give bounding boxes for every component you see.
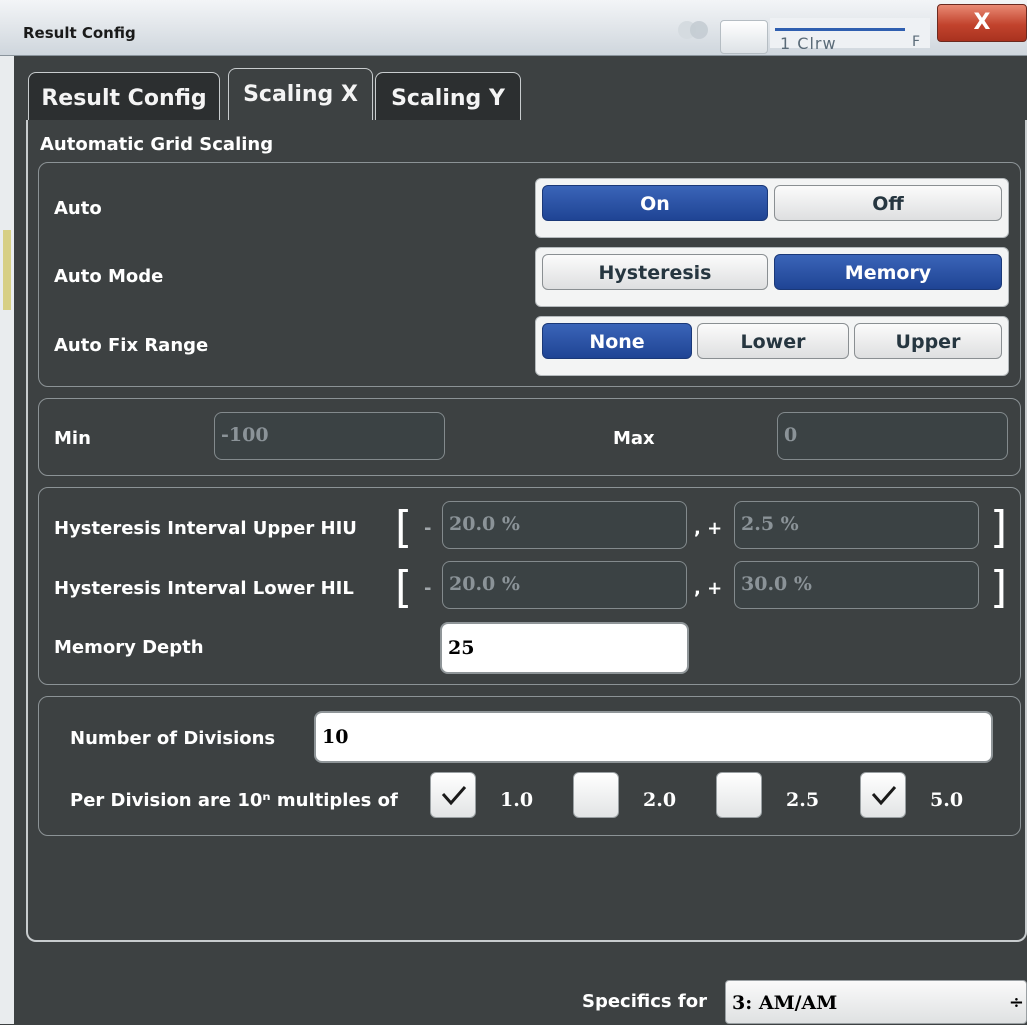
select-arrows-icon: ÷ xyxy=(1008,992,1024,1013)
hil-label: Hysteresis Interval Lower HIL xyxy=(54,578,354,599)
hil-minus-input[interactable]: 20.0 % xyxy=(442,561,687,609)
auto-off-button[interactable]: Off xyxy=(774,185,1002,221)
min-input[interactable]: -100 xyxy=(214,412,445,460)
specifics-value: 3: AM/AM xyxy=(732,992,838,1014)
left-edge-strip xyxy=(0,56,14,1024)
auto-on-button[interactable]: On xyxy=(542,185,768,221)
close-button[interactable]: X xyxy=(937,4,1027,42)
hiu-label: Hysteresis Interval Upper HIU xyxy=(54,518,357,539)
hil-plus-sign: , + xyxy=(694,578,723,599)
per-division-label: Per Division are 10ⁿ multiples of xyxy=(70,790,398,811)
display-knob[interactable] xyxy=(720,20,768,54)
specifics-select[interactable]: 3: AM/AM ÷ xyxy=(725,980,1027,1024)
hil-plus-input[interactable]: 30.0 % xyxy=(734,561,979,609)
hiu-minus-sign: - xyxy=(424,518,432,539)
multiple-5-0-label: 5.0 xyxy=(930,789,964,811)
hiu-close-bracket: ] xyxy=(990,502,1008,553)
min-label: Min xyxy=(54,428,91,449)
hil-open-bracket: [ xyxy=(395,562,413,613)
hiu-open-bracket: [ xyxy=(395,502,413,553)
hiu-minus-input[interactable]: 20.0 % xyxy=(442,501,687,549)
auto-label: Auto xyxy=(54,198,102,219)
tab-scaling-y[interactable]: Scaling Y xyxy=(375,72,521,120)
window-title: Result Config xyxy=(23,24,136,42)
multiple-2-5-checkbox[interactable] xyxy=(716,772,762,818)
multiple-2-0-checkbox[interactable] xyxy=(573,772,619,818)
section-title: Automatic Grid Scaling xyxy=(40,134,274,155)
memory-depth-input[interactable]: 25 xyxy=(440,622,689,674)
max-label: Max xyxy=(613,428,655,449)
auto-mode-label: Auto Mode xyxy=(54,266,164,287)
auto-mode-hysteresis-button[interactable]: Hysteresis xyxy=(542,254,768,290)
hiu-plus-sign: , + xyxy=(694,518,723,539)
auto-fix-lower-button[interactable]: Lower xyxy=(697,323,849,359)
memory-depth-label: Memory Depth xyxy=(54,637,204,658)
auto-toggle: On Off xyxy=(535,178,1009,238)
auto-fix-range-label: Auto Fix Range xyxy=(54,335,209,356)
divisions-input[interactable]: 10 xyxy=(314,711,993,763)
auto-fix-range-toggle: None Lower Upper xyxy=(535,316,1009,376)
divisions-label: Number of Divisions xyxy=(70,728,276,749)
hiu-plus-input[interactable]: 2.5 % xyxy=(734,501,979,549)
left-edge-accent xyxy=(3,230,11,310)
multiple-2-0-label: 2.0 xyxy=(643,789,677,811)
hil-close-bracket: ] xyxy=(990,562,1008,613)
auto-fix-upper-button[interactable]: Upper xyxy=(854,323,1002,359)
status-dots-icon xyxy=(675,16,715,44)
multiple-1-0-label: 1.0 xyxy=(500,789,534,811)
multiple-5-0-checkbox[interactable] xyxy=(860,772,906,818)
max-input[interactable]: 0 xyxy=(777,412,1008,460)
auto-mode-toggle: Hysteresis Memory xyxy=(535,247,1009,307)
hil-minus-sign: - xyxy=(424,578,432,599)
extra-label: F xyxy=(912,34,921,50)
auto-fix-none-button[interactable]: None xyxy=(542,323,692,359)
multiple-1-0-checkbox[interactable] xyxy=(430,772,476,818)
tab-scaling-x[interactable]: Scaling X xyxy=(228,68,373,122)
specifics-label: Specifics for xyxy=(582,991,707,1012)
trace-line xyxy=(775,28,905,31)
multiple-2-5-label: 2.5 xyxy=(786,789,820,811)
trace-label: 1 Clrw xyxy=(780,34,837,53)
tab-result-config[interactable]: Result Config xyxy=(28,72,220,120)
auto-mode-memory-button[interactable]: Memory xyxy=(774,254,1002,290)
